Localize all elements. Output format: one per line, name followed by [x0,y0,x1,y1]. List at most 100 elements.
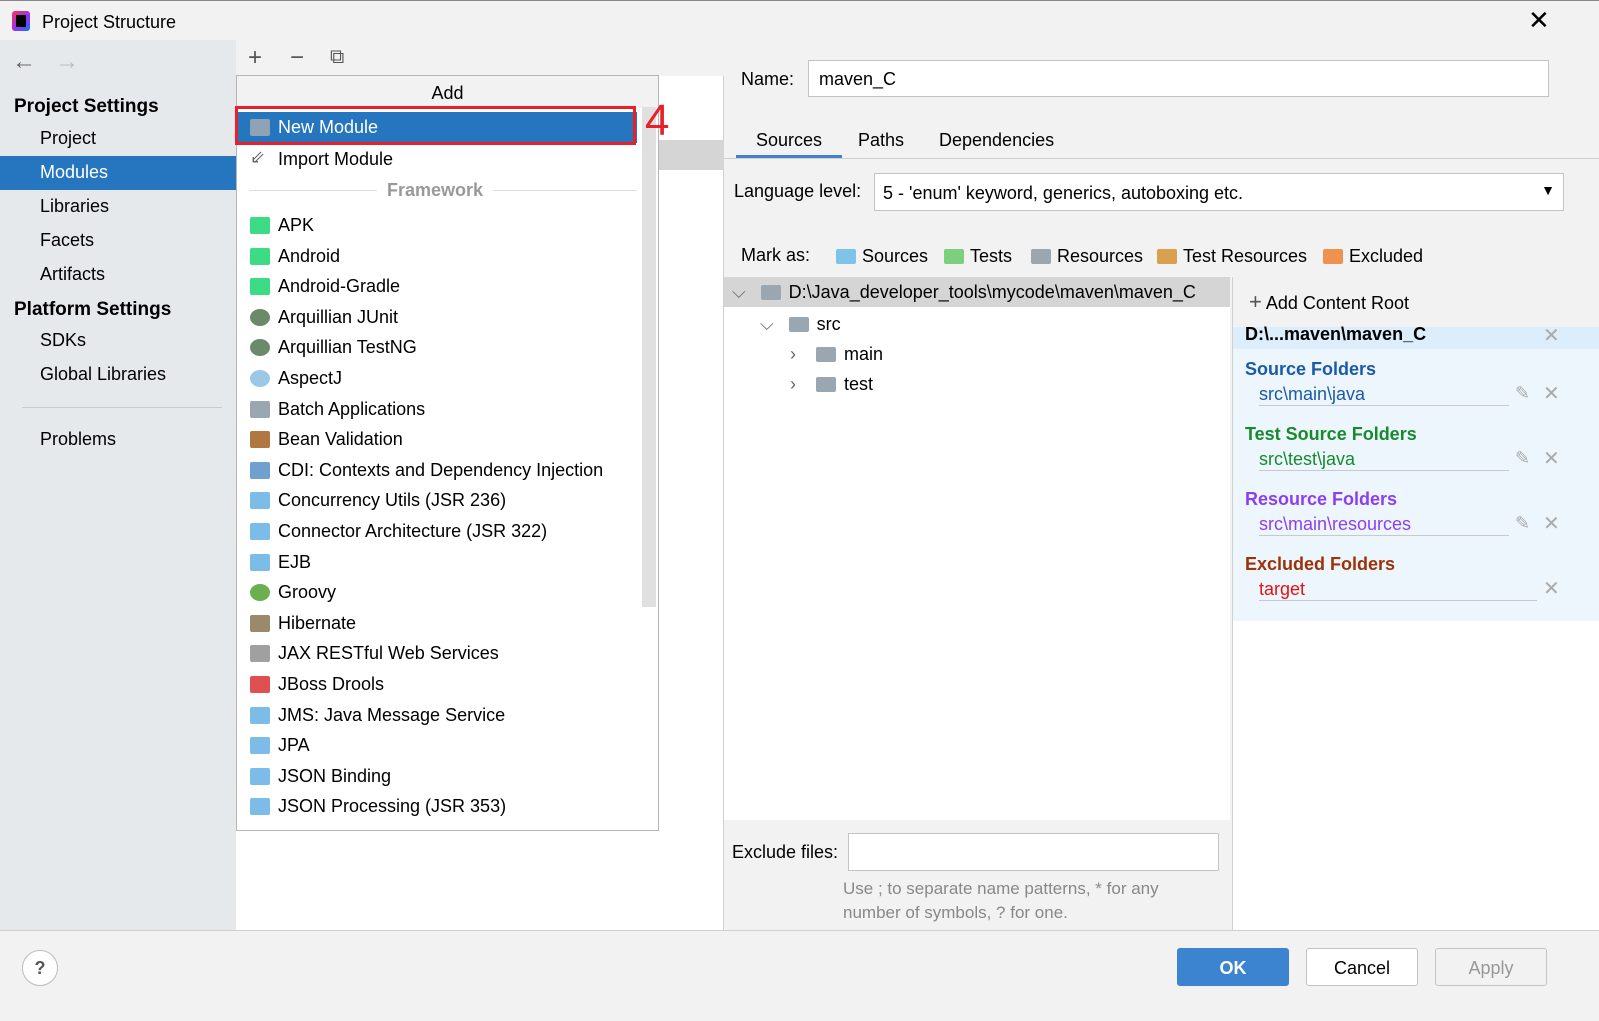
exclude-hint: Use ; to separate name patterns, * for a… [843,879,1159,922]
menu-item-framework[interactable]: JPA [237,730,637,761]
menu-item-label: JMS: Java Message Service [278,704,506,725]
menu-item-framework[interactable]: Arquillian TestNG [237,332,637,363]
sidebar: ← → Project Settings Project Modules Lib… [0,40,236,930]
ok-button[interactable]: OK [1177,948,1289,986]
tab-paths[interactable]: Paths [838,130,924,158]
remove-root-icon[interactable]: ✕ [1543,323,1560,348]
menu-item-framework[interactable]: AspectJ [237,363,637,394]
tree-row-root[interactable]: ⌵ D:\Java_developer_tools\mycode\maven\m… [724,277,1230,307]
mark-as-tests-button[interactable]: Tests [944,246,1012,267]
sidebar-item-problems[interactable]: Problems [0,423,236,457]
menu-item-framework[interactable]: Android [237,241,637,272]
mark-label: Excluded [1349,246,1424,266]
edit-pencil-icon[interactable]: ✎ [1515,383,1530,404]
menu-item-framework[interactable]: Arquillian JUnit [237,302,637,333]
import-icon: ⇙ [250,147,266,167]
folder-path[interactable]: src\main\java [1259,384,1509,406]
mark-as-label: Mark as: [741,245,811,265]
tab-sources[interactable]: Sources [736,130,843,158]
language-level-value: 5 - 'enum' keyword, generics, autoboxing… [883,183,1244,203]
copy-icon[interactable]: ⧉ [330,46,344,69]
tab-dependencies[interactable]: Dependencies [919,130,1074,158]
add-icon[interactable]: + [248,44,262,72]
menu-item-framework[interactable]: JBoss Drools [237,669,637,700]
menu-item-framework[interactable]: CDI: Contexts and Dependency Injection [237,455,637,486]
menu-item-framework[interactable]: Bean Validation [237,424,637,455]
menu-item-framework[interactable]: Hibernate [237,608,637,639]
sidebar-item-sdks[interactable]: SDKs [0,324,236,358]
menu-item-label: Android [278,245,341,266]
mark-label: Resources [1057,246,1144,266]
menu-item-import-module[interactable]: ⇙ Import Module [237,144,637,175]
edit-pencil-icon[interactable]: ✎ [1515,513,1530,534]
folder-path[interactable]: target [1259,579,1537,601]
close-icon[interactable]: ✕ [1528,5,1550,36]
language-level-select[interactable]: 5 - 'enum' keyword, generics, autoboxing… [874,173,1564,211]
framework-icon [250,247,270,265]
sidebar-item-libraries[interactable]: Libraries [0,190,236,224]
menu-item-label: JPA [278,735,310,756]
edit-pencil-icon[interactable]: ✎ [1515,448,1530,469]
framework-icon [250,308,270,326]
sidebar-item-modules[interactable]: Modules [0,156,236,190]
mark-as-excluded-button[interactable]: Excluded [1323,246,1423,267]
apply-button[interactable]: Apply [1435,948,1547,986]
forward-arrow-icon[interactable]: → [55,48,79,76]
tree-row-main[interactable]: › main [790,339,883,369]
name-input[interactable]: maven_C [808,60,1549,97]
title-bar: Project Structure ✕ [0,0,1599,40]
menu-item-framework[interactable]: Android-Gradle [237,271,637,302]
tree-row-test[interactable]: › test [790,369,873,399]
exclude-files-input[interactable] [848,833,1219,871]
popup-scrollbar[interactable] [642,107,656,607]
folder-group-title: Excluded Folders [1245,554,1396,574]
remove-icon[interactable]: − [290,44,304,72]
menu-item-framework[interactable]: APK [237,210,637,241]
menu-item-framework[interactable]: JAX RESTful Web Services [237,638,637,669]
menu-item-framework[interactable]: JMS: Java Message Service [237,700,637,731]
cancel-button[interactable]: Cancel [1306,948,1418,986]
menu-item-framework[interactable]: Groovy [237,577,637,608]
framework-icon [250,492,270,510]
framework-icon [250,339,270,357]
step-annotation: 4 [645,96,670,145]
framework-icon [250,217,270,234]
sidebar-item-global-libraries[interactable]: Global Libraries [0,358,236,392]
content-tree: ⌵ D:\Java_developer_tools\mycode\maven\m… [724,277,1230,820]
remove-folder-icon[interactable]: ✕ [1543,511,1560,536]
framework-icon [250,706,270,724]
menu-item-framework[interactable]: Batch Applications [237,394,637,425]
remove-folder-icon[interactable]: ✕ [1543,576,1560,601]
tree-row-src[interactable]: ⌵ src [760,309,841,339]
folder-path[interactable]: src\main\resources [1259,514,1509,536]
content-roots-panel: + Add Content Root D:\...maven\maven_C ✕… [1232,277,1599,930]
window-title: Project Structure [42,12,177,32]
help-button[interactable]: ? [22,950,58,986]
menu-item-label: Android-Gradle [278,276,401,297]
menu-item-framework[interactable]: JSON Processing (JSR 353) [237,791,637,822]
remove-folder-icon[interactable]: ✕ [1543,446,1560,471]
menu-item-label: Arquillian JUnit [278,306,399,327]
add-content-root-button[interactable]: + Add Content Root [1249,289,1409,315]
popup-title: Add [237,76,658,108]
menu-item-framework[interactable]: EJB [237,547,637,578]
folder-path[interactable]: src\test\java [1259,449,1509,471]
folder-group-title: Resource Folders [1245,489,1398,509]
menu-item-framework[interactable]: Concurrency Utils (JSR 236) [237,485,637,516]
back-arrow-icon[interactable]: ← [12,48,36,76]
project-settings-heading: Project Settings [14,96,159,117]
menu-item-framework[interactable]: Connector Architecture (JSR 322) [237,516,637,547]
tree-label: test [844,374,874,394]
sidebar-item-project[interactable]: Project [0,122,236,156]
mark-as-resources-button[interactable]: Resources [1031,246,1143,267]
sidebar-item-artifacts[interactable]: Artifacts [0,258,236,292]
remove-folder-icon[interactable]: ✕ [1543,381,1560,406]
mark-as-sources-button[interactable]: Sources [836,246,928,267]
tree-label: main [844,344,884,364]
folder-icon [1031,249,1051,264]
sidebar-item-facets[interactable]: Facets [0,224,236,258]
mark-as-test-resources-button[interactable]: Test Resources [1157,246,1307,267]
menu-item-framework[interactable]: JSON Binding [237,761,637,792]
framework-icon [250,370,270,387]
menu-item-label: JAX RESTful Web Services [278,643,499,664]
